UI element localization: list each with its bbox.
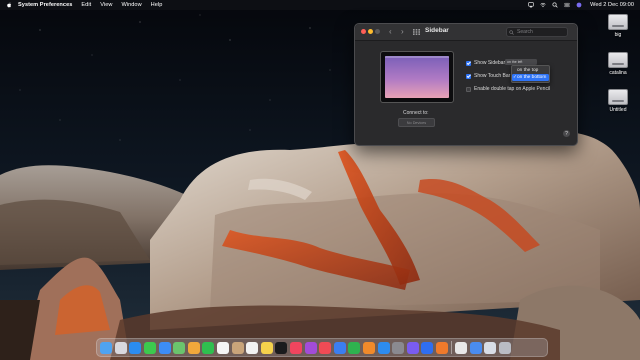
trash-icon[interactable] [498,341,511,354]
maps-icon[interactable] [173,341,186,354]
window-titlebar[interactable]: ‹ › Sidebar Search [355,24,577,41]
ipad-screen [385,56,449,98]
show-sidebar-checkbox[interactable] [466,60,471,66]
desktop-disk-catalina[interactable]: catalina [596,52,640,76]
menu-window[interactable]: Window [121,2,141,8]
show-sidebar-label: Show Sidebar [474,60,506,66]
double-tap-checkbox[interactable] [466,86,471,92]
zoom-window-button[interactable] [375,29,380,34]
search-icon [509,29,514,35]
menu-option-on-the-top[interactable]: on the top [512,67,549,74]
tv-icon[interactable] [275,341,288,354]
ipad-sidebar-strip [385,56,449,58]
chrome-icon[interactable] [455,341,468,354]
finder-icon[interactable] [100,341,113,354]
double-tap-row[interactable]: Enable double tap on Apple Pencil [466,86,550,92]
menu-option-label: on the bottom [517,75,547,80]
firefox-icon[interactable] [435,341,448,354]
feedback-icon[interactable] [406,341,419,354]
podcasts-icon[interactable] [304,341,317,354]
menu-help[interactable]: Help [151,2,163,8]
calendar-icon[interactable] [217,341,230,354]
device-select-value: No Devices [406,120,427,125]
forward-icon[interactable]: › [401,27,404,36]
contacts-icon[interactable] [231,341,244,354]
dock [96,338,548,357]
pages-icon[interactable] [362,341,375,354]
sidecar-preferences-window: ‹ › Sidebar Search Show Sidebar on the l… [354,23,578,146]
help-button[interactable]: ? [563,130,570,137]
dock-separator [451,341,452,354]
menu-option-label: on the top [517,68,539,73]
checkmark-icon: ✓ [513,74,517,79]
keynote-icon[interactable] [333,341,346,354]
downloads-icon[interactable] [469,341,482,354]
hard-drive-icon [608,52,628,68]
close-window-button[interactable] [361,29,366,34]
desktop-icon-label: big [614,32,622,38]
menu-option-on-the-bottom[interactable]: ✓ on the bottom [512,74,549,81]
screen-mirroring-icon[interactable] [528,2,534,8]
search-placeholder: Search [517,29,533,35]
music-icon[interactable] [290,341,303,354]
search-field[interactable]: Search [506,27,568,37]
ipad-preview-image [380,51,454,103]
device-select-popup[interactable]: No Devices [398,118,435,127]
back-icon[interactable]: ‹ [389,27,392,36]
photos-icon[interactable] [187,341,200,354]
show-touch-bar-label: Show Touch Bar [474,73,511,79]
apple-menu-icon[interactable] [7,2,12,8]
minimize-window-button[interactable] [368,29,373,34]
numbers-icon[interactable] [348,341,361,354]
hard-drive-icon [608,14,628,30]
desktop-icon-label: Untitled [609,107,627,113]
desktop-disk-big[interactable]: big [596,14,640,38]
sidecar-icon[interactable] [421,341,434,354]
news-icon[interactable] [319,341,332,354]
help-icon: ? [565,130,568,137]
messages-icon[interactable] [144,341,157,354]
show-touch-bar-row[interactable]: Show Touch Bar [466,73,510,79]
mail-icon[interactable] [158,341,171,354]
connect-to-label: Connect to: [403,110,429,116]
menu-edit[interactable]: Edit [81,2,91,8]
wifi-icon[interactable] [540,2,546,8]
menu-clock[interactable]: Wed 2 Dec 09:00 [590,2,634,8]
desktop-icon-label: catalina [609,70,627,76]
double-tap-label: Enable double tap on Apple Pencil [474,86,551,92]
sidebar-position-value: on the left [507,60,523,64]
show-sidebar-row[interactable]: Show Sidebar [466,60,505,66]
menu-view[interactable]: View [100,2,112,8]
safari-icon[interactable] [129,341,142,354]
touch-bar-position-menu: on the top ✓ on the bottom [511,65,550,83]
launchpad-icon[interactable] [114,341,127,354]
facetime-icon[interactable] [202,341,215,354]
menu-bar: System Preferences Edit View Window Help… [0,0,640,10]
window-title: Sidebar [425,27,449,34]
show-touch-bar-checkbox[interactable] [466,73,471,79]
app-store-icon[interactable] [377,341,390,354]
notes-icon[interactable] [260,341,273,354]
reminders-icon[interactable] [246,341,259,354]
hard-drive-icon [608,89,628,105]
siri-icon[interactable] [576,2,582,8]
preview-icon[interactable] [484,341,497,354]
control-center-icon[interactable] [564,2,570,8]
desktop-disk-untitled[interactable]: Untitled [596,89,640,113]
show-all-grid-icon[interactable] [413,29,420,35]
system-preferences-icon[interactable] [392,341,405,354]
search-icon[interactable] [552,2,558,8]
menu-app-name[interactable]: System Preferences [18,2,72,8]
